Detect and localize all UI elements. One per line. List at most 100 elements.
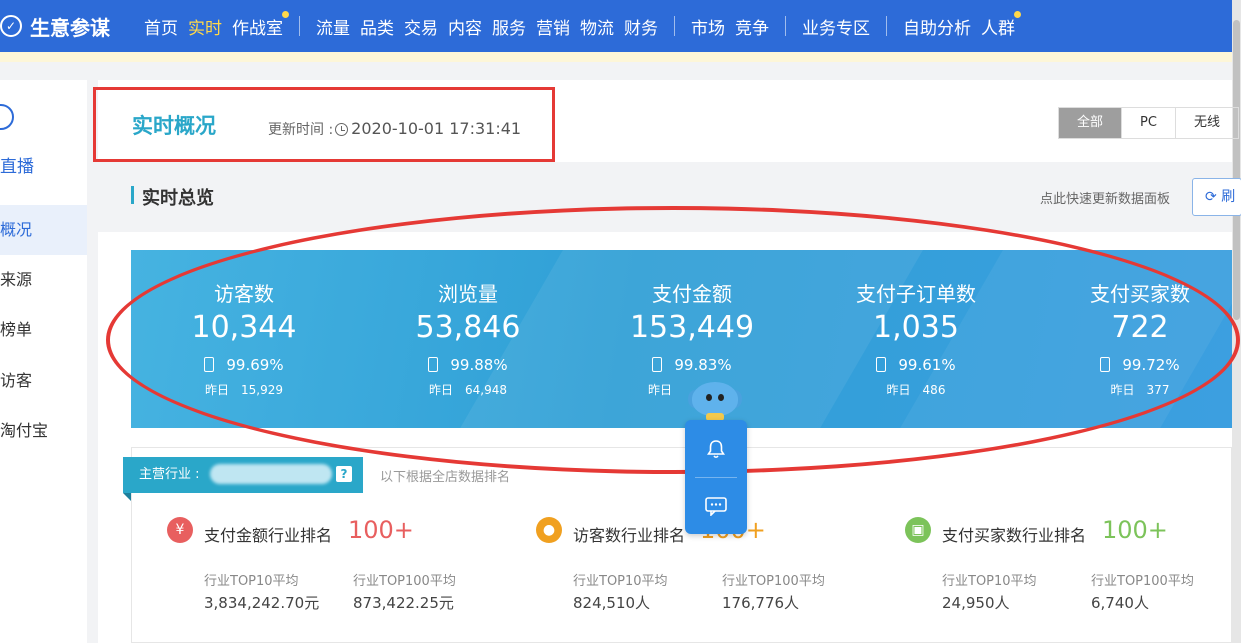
metric-card[interactable]: 支付买家数 722 99.72% 昨日 377 — [1030, 250, 1232, 428]
update-time-label: 更新时间 : — [268, 122, 334, 138]
mobile-icon — [652, 357, 663, 372]
section-marker — [131, 186, 134, 204]
nav-divider — [785, 16, 786, 36]
nav-item-traffic[interactable]: 流量 — [316, 14, 350, 39]
metric-yesterday: 昨日 486 — [886, 383, 946, 397]
segment-pc[interactable]: PC — [1121, 108, 1175, 138]
top-nav: ✓ 生意参谋 首页 实时 作战室 流量 品类 交易 内容 服务 营销 物流 财务… — [0, 0, 1241, 52]
refresh-label: 刷 — [1221, 189, 1236, 205]
help-icon[interactable]: ? — [336, 466, 352, 482]
nav-item-competition[interactable]: 竞争 — [735, 14, 769, 39]
nav-item-business-zone[interactable]: 业务专区 — [802, 14, 870, 39]
nav-item-logistics[interactable]: 物流 — [580, 14, 614, 39]
nav-item-finance[interactable]: 财务 — [624, 14, 658, 39]
metric-value: 53,846 — [415, 310, 521, 345]
nav-item-warroom[interactable]: 作战室 — [232, 10, 289, 39]
rank-label: 支付买家数行业排名 — [942, 526, 1087, 545]
metric-yesterday: 昨日 377 — [1110, 383, 1170, 397]
metric-value: 153,449 — [629, 310, 755, 345]
metric-label: 访客数 — [214, 282, 274, 306]
nav-item-warroom-label: 作战室 — [232, 18, 283, 39]
wallet-icon: ▣ — [905, 517, 931, 543]
sidebar: 直播 概况 来源 榜单 访客 淘付宝 — [0, 80, 87, 643]
nav-divider — [299, 16, 300, 36]
metric-label: 浏览量 — [438, 282, 498, 306]
sidebar-item-ranking[interactable]: 榜单 — [0, 305, 87, 355]
rank-pay-amount: ¥ 支付金额行业排名 100+ 行业TOP10平均 3,834,242.70元 行… — [167, 512, 507, 632]
bell-icon[interactable] — [705, 438, 727, 460]
metric-label: 支付金额 — [652, 282, 732, 306]
nav-item-marketing[interactable]: 营销 — [536, 14, 570, 39]
sidebar-live-label[interactable]: 直播 — [0, 152, 34, 177]
brand[interactable]: ✓ 生意参谋 — [0, 12, 130, 41]
clock-icon — [335, 123, 349, 136]
device-segment-control: 全部 PC 无线 — [1058, 107, 1239, 139]
sidebar-item-source[interactable]: 来源 — [0, 255, 87, 305]
nav-item-crowd[interactable]: 人群 — [981, 10, 1021, 39]
metric-yesterday: 昨日 15,929 — [204, 383, 283, 397]
metric-yesterday: 昨日 64,948 — [428, 383, 507, 397]
nav-divider — [886, 16, 887, 36]
mobile-icon — [876, 357, 887, 372]
nav-item-service[interactable]: 服务 — [492, 14, 526, 39]
rank-value: 100+ — [1102, 516, 1168, 544]
chat-icon[interactable] — [704, 496, 728, 516]
segment-all[interactable]: 全部 — [1059, 108, 1122, 138]
industry-note: 以下根据全店数据排名 — [380, 470, 511, 485]
nav-item-category[interactable]: 品类 — [360, 14, 394, 39]
nav-item-market[interactable]: 市场 — [691, 14, 725, 39]
quick-refresh-hint[interactable]: 点此快速更新数据面板 — [1040, 188, 1170, 207]
sidebar-item-alipay[interactable]: 淘付宝 — [0, 406, 87, 456]
mobile-icon — [204, 357, 215, 372]
nav-item-self-analysis[interactable]: 自助分析 — [903, 14, 971, 39]
refresh-button[interactable]: ⟳ 刷 — [1192, 178, 1241, 216]
rank-buyers: ▣ 支付买家数行业排名 100+ 行业TOP10平均 24,950人 行业TOP1… — [905, 512, 1225, 632]
top10-average: 行业TOP10平均 3,834,242.70元 — [204, 574, 320, 612]
notice-bar — [0, 52, 1232, 62]
page-root: ✓ 生意参谋 首页 实时 作战室 流量 品类 交易 内容 服务 营销 物流 财务… — [0, 0, 1241, 643]
update-time-value: 2020-10-01 17:31:41 — [351, 119, 522, 138]
metric-label: 支付买家数 — [1090, 282, 1190, 306]
yuan-icon: ¥ — [167, 517, 193, 543]
mobile-icon — [428, 357, 439, 372]
metric-value: 722 — [1111, 310, 1169, 345]
metric-value: 10,344 — [191, 310, 297, 345]
metric-mobile-share: 99.61% — [806, 356, 1026, 374]
metric-card[interactable]: 浏览量 53,846 99.88% 昨日 64,948 — [358, 250, 578, 428]
live-icon — [0, 104, 14, 130]
nav-item-home[interactable]: 首页 — [144, 14, 178, 39]
nav-item-content[interactable]: 内容 — [448, 14, 482, 39]
nav-item-realtime[interactable]: 实时 — [188, 14, 222, 39]
sidebar-item-visitors[interactable]: 访客 — [0, 356, 87, 406]
refresh-icon: ⟳ — [1205, 189, 1217, 205]
top10-average: 行业TOP10平均 824,510人 — [573, 574, 668, 612]
metric-card[interactable]: 访客数 10,344 99.69% 昨日 15,929 — [134, 250, 354, 428]
top100-average: 行业TOP100平均 6,740人 — [1091, 574, 1194, 612]
segment-wireless[interactable]: 无线 — [1174, 108, 1238, 138]
section-title: 实时总览 — [142, 188, 214, 209]
notification-dot-icon — [282, 10, 289, 18]
nav-item-trade[interactable]: 交易 — [404, 14, 438, 39]
realtime-metrics-panel: 访客数 10,344 99.69% 昨日 15,929 浏览量 53,846 99… — [131, 250, 1232, 428]
industry-tag-fold — [123, 493, 131, 501]
scrollbar-thumb[interactable] — [1233, 20, 1240, 320]
metric-value: 1,035 — [873, 310, 959, 345]
metric-card[interactable]: 支付子订单数 1,035 99.61% 昨日 486 — [806, 250, 1026, 428]
top100-average: 行业TOP100平均 873,422.25元 — [353, 574, 456, 612]
page-scrollbar[interactable] — [1232, 0, 1241, 643]
notification-dot-icon — [1014, 10, 1021, 18]
sidebar-item-overview[interactable]: 概况 — [0, 205, 87, 255]
industry-name-redacted — [210, 464, 332, 484]
metric-mobile-share: 99.69% — [134, 356, 354, 374]
user-icon: ● — [536, 517, 562, 543]
rank-value: 100+ — [348, 516, 414, 544]
metric-mobile-share: 99.88% — [358, 356, 578, 374]
nav-divider — [674, 16, 675, 36]
mascot-icon[interactable] — [688, 380, 742, 421]
update-time-row: 更新时间 : 2020-10-01 17:31:41 — [268, 119, 521, 139]
brand-name: 生意参谋 — [30, 15, 110, 40]
metric-mobile-share: 99.72% — [1030, 356, 1232, 374]
floating-helper-panel — [685, 420, 747, 534]
mobile-icon — [1100, 357, 1111, 372]
top10-average: 行业TOP10平均 24,950人 — [942, 574, 1037, 612]
